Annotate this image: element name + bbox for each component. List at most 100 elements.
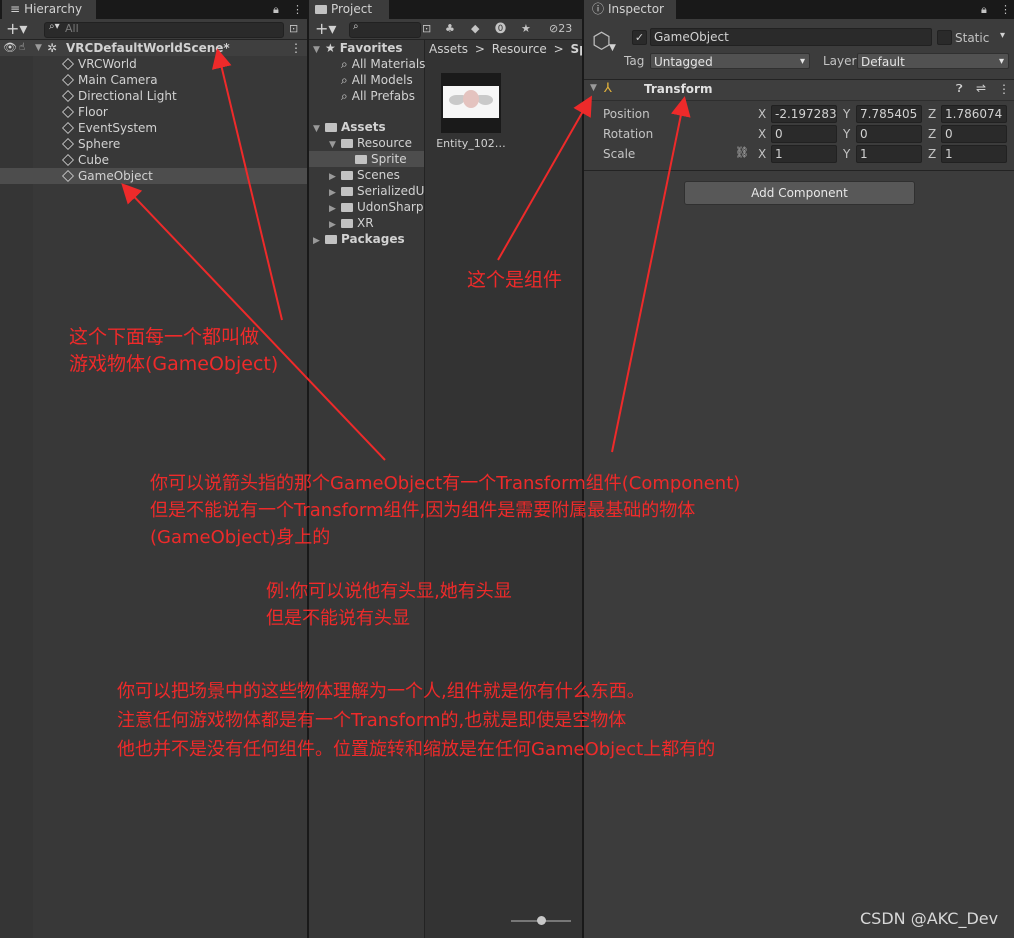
static-dropdown-icon[interactable]: ▾ [1000,30,1005,41]
annotation-line: 游戏物体(GameObject) [69,353,279,375]
lock-icon[interactable]: 🔒︎ [981,0,987,19]
annotation-line: 他也并不是没有任何组件。位置旋转和缩放是在任何GameObject上都有的 [117,739,716,760]
hierarchy-item[interactable]: Main Camera [0,72,307,88]
menu-icon[interactable]: ⋮ [1000,0,1011,19]
expand-arrow-icon[interactable]: ▼ [35,40,47,56]
folder-item[interactable]: ▶ SerializedU [329,183,424,199]
axis-label-y[interactable]: Y [843,106,850,122]
folder-item[interactable]: Sprite [309,151,424,167]
folder-item[interactable]: ▶ XR [329,215,374,231]
help-icon[interactable]: ❓︎ [956,82,963,96]
hierarchy-item-label: GameObject [78,169,153,183]
breadcrumb-assets[interactable]: Assets [429,42,468,56]
folder-item-label: Scenes [357,168,400,182]
scene-row[interactable]: 👁︎ ☝︎ ▼ ✲ VRCDefaultWorldScene* ⋮ [0,40,307,56]
create-button[interactable]: +▾ [6,19,27,38]
axis-label-z[interactable]: Z [928,126,936,142]
eye-icon[interactable]: 👁︎ [3,40,17,56]
hierarchy-item[interactable]: VRCWorld [0,56,307,72]
transform-field-y[interactable]: 0 [856,125,922,143]
axis-label-x[interactable]: X [758,126,766,142]
active-checkbox[interactable]: ✓ [632,30,647,45]
folder-item[interactable]: ▼ Resource [329,135,412,151]
axis-label-x[interactable]: X [758,146,766,162]
folder-item[interactable]: ▶ UdonSharp [329,199,423,215]
tab-hierarchy[interactable]: ≡ Hierarchy [2,0,96,19]
lock-icon[interactable]: 🔒︎ [273,0,279,19]
hierarchy-item[interactable]: GameObject [0,168,307,184]
component-separator [584,170,1014,171]
axis-label-z[interactable]: Z [928,106,936,122]
axis-label-y[interactable]: Y [843,146,850,162]
transform-field-x[interactable]: 0 [771,125,837,143]
hierarchy-item[interactable]: Cube [0,152,307,168]
favorites-item[interactable]: ⌕ All Models [341,72,413,88]
create-button[interactable]: +▾ [315,19,336,38]
layer-dropdown[interactable]: Default [857,53,1009,70]
hierarchy-item-label: Directional Light [78,89,177,103]
search-by-type-icon[interactable]: ⊡ [422,19,431,38]
transform-header[interactable]: ▼ ⅄ Transform ❓︎ ⇌ ⋮ [584,79,1014,101]
favorites-header[interactable]: ▼ ★ Favorites [313,40,402,56]
folder-icon [325,235,337,244]
static-checkbox[interactable] [937,30,952,45]
search-icon: ⌕ [341,57,348,71]
search-icon: ⌕ [341,89,348,103]
annotation-line: 注意任何游戏物体都是有一个Transform的,也就是即使是空物体 [117,710,627,731]
axis-label-y[interactable]: Y [843,126,850,142]
transform-field-z[interactable]: 0 [941,125,1007,143]
hierarchy-item[interactable]: Directional Light [0,88,307,104]
favorites-item[interactable]: ⌕ All Prefabs [341,88,415,104]
asset-thumbnail[interactable] [441,73,501,133]
add-component-button[interactable]: Add Component [684,181,915,205]
pick-icon[interactable]: ☝︎ [19,40,25,56]
filter-icon[interactable]: ⊡ [289,19,298,38]
folder-icon [325,123,337,132]
hierarchy-item[interactable]: EventSystem [0,120,307,136]
filter-type-icon[interactable]: ♣ [445,19,455,38]
slider-handle[interactable] [537,916,546,925]
axis-label-x[interactable]: X [758,106,766,122]
tab-project[interactable]: Project [309,0,389,19]
axis-label-z[interactable]: Z [928,146,936,162]
menu-icon[interactable]: ⋮ [292,0,303,19]
name-field[interactable]: GameObject [650,28,932,46]
collapse-arrow-icon[interactable]: ▼ [590,83,597,93]
hierarchy-item-label: Floor [78,105,108,119]
assets-header[interactable]: ▼ Assets [313,119,386,135]
tab-inspector[interactable]: ⓘ Inspector [584,0,676,19]
constrain-proportions-icon[interactable]: ⛓︎ [735,146,749,159]
transform-field-x[interactable]: 1 [771,145,837,163]
preset-icon[interactable]: ⇌ [976,81,986,95]
transform-field-z[interactable]: 1 [941,145,1007,163]
breadcrumb-sprite[interactable]: Sprit [571,42,582,56]
zoom-slider[interactable] [511,916,571,925]
scene-menu-icon[interactable]: ⋮ [290,40,302,56]
project-tabbar: Project [309,0,582,19]
transform-field-x[interactable]: -2.197283 [771,105,837,123]
transform-field-z[interactable]: 1.786074 [941,105,1007,123]
gameobject-icon [61,153,75,167]
packages-header[interactable]: ▶ Packages [313,231,405,247]
transform-field-y[interactable]: 1 [856,145,922,163]
hierarchy-item[interactable]: Sphere [0,136,307,152]
transform-icon: ⅄ [604,81,612,96]
label-icon[interactable]: ◆ [471,19,479,38]
component-menu-icon[interactable]: ⋮ [998,82,1010,96]
wing-icon [449,95,464,105]
asset-label[interactable]: Entity_102… [433,137,509,150]
hierarchy-panel: ≡ Hierarchy 🔒︎ ⋮ +▾ ⌕▾ All ⊡ 👁︎ ☝︎ ▼ ✲ VR… [0,0,307,938]
transform-field-y[interactable]: 7.785405 [856,105,922,123]
tag-dropdown[interactable]: Untagged [650,53,810,70]
project-search-input[interactable]: ⌕ [349,21,421,38]
search-icon: ⌕ [353,21,359,32]
chevron-down-icon[interactable]: ▼ [609,43,616,53]
hierarchy-item[interactable]: Floor [0,104,307,120]
favorites-item[interactable]: ⌕ All Materials [341,56,425,72]
folder-item[interactable]: ▶ Scenes [329,167,400,183]
warning-icon[interactable]: ⓿ [495,19,506,38]
hidden-packages-icon[interactable]: ⊘23 [549,19,572,38]
star-icon[interactable]: ★ [521,19,531,38]
breadcrumb-resource[interactable]: Resource [492,42,547,56]
search-input[interactable]: ⌕▾ All [44,21,284,38]
